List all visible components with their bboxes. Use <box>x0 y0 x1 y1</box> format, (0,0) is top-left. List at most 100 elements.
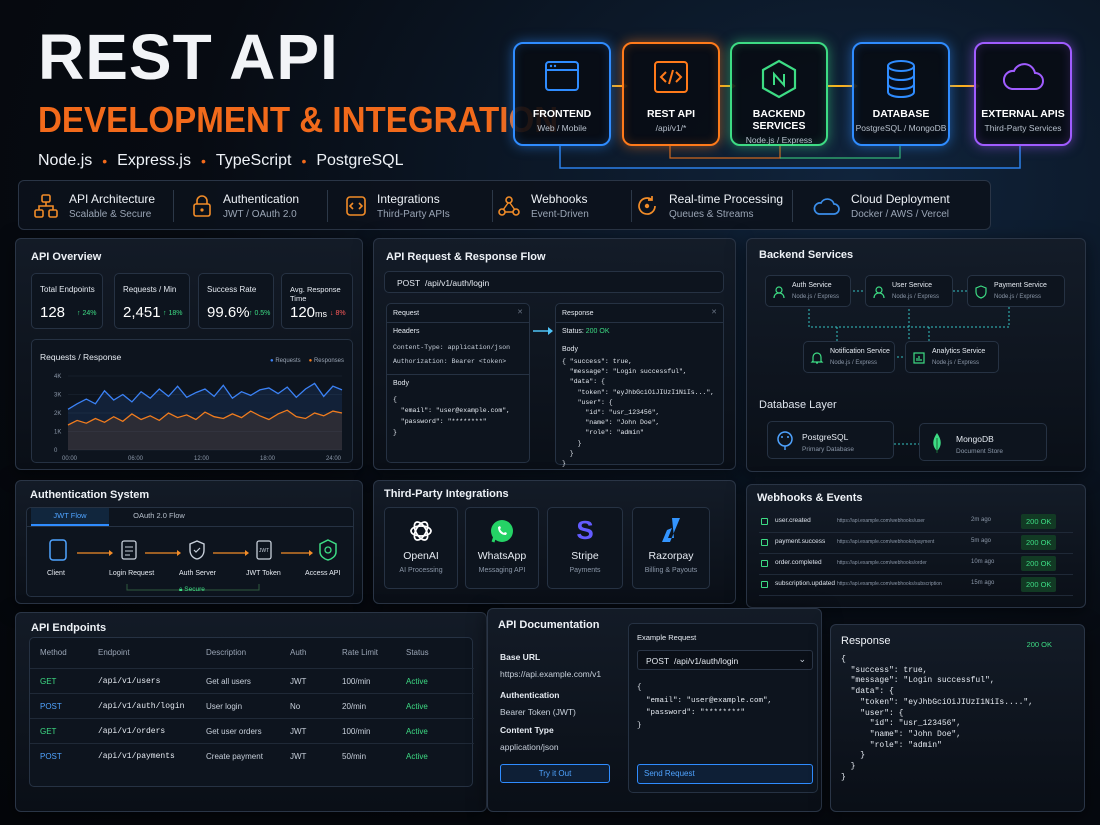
status-line: Status: 200 OK <box>562 328 610 335</box>
auth-step-label: Client <box>47 570 65 577</box>
table-row[interactable]: POST /api/v1/payments Create payment JWT… <box>30 743 474 767</box>
stripe-icon: S <box>548 516 622 544</box>
db-sub: Primary Database <box>802 446 855 453</box>
separator-dot: • <box>301 153 307 169</box>
refresh-icon <box>635 194 659 218</box>
feature-authentication: Authentication JWT / OAuth 2.0 <box>191 181 299 231</box>
endpoint-auth: No <box>290 702 301 711</box>
http-method: POST <box>40 702 62 711</box>
divider <box>173 190 174 222</box>
section-label: Body <box>562 346 578 353</box>
webhook-row[interactable]: subscription.updated https://api.example… <box>759 577 1073 596</box>
try-it-out-button[interactable]: Try it Out <box>500 764 610 783</box>
webhook-url: https://api.example.com/webhooks/order <box>837 560 927 566</box>
response-panel: Response 200 OK { "success": true, "mess… <box>830 624 1085 812</box>
http-method: GET <box>40 677 57 686</box>
db-layer-title: Database Layer <box>759 399 837 411</box>
stat-card: Avg. Response Time 120ms ↓ 8% <box>281 273 353 329</box>
chart-icon <box>912 351 926 365</box>
integration-stripe[interactable]: S Stripe Payments <box>547 507 623 589</box>
db-name: MongoDB <box>956 434 994 444</box>
stat-delta: ↓ 8% <box>330 310 346 317</box>
stat-value: 99.6% <box>207 304 250 321</box>
stat-value: 2,451 <box>123 304 161 321</box>
request-url-bar[interactable]: POST /api/v1/auth/login <box>384 271 724 293</box>
integration-openai[interactable]: OpenAI AI Processing <box>384 507 458 589</box>
flow-node-rest-api: REST API /api/v1/* <box>622 42 720 146</box>
table-row[interactable]: GET /api/v1/orders Get user orders JWT 1… <box>30 718 474 742</box>
example-endpoint-select[interactable]: POST /api/v1/auth/login ⌄ <box>637 650 813 670</box>
webhook-row[interactable]: payment.success https://api.example.com/… <box>759 535 1073 554</box>
legend-label: Requests <box>275 358 301 364</box>
service-name: Auth Service <box>792 282 832 289</box>
webhook-time: 2m ago <box>971 517 992 523</box>
endpoint-auth: JWT <box>290 752 307 761</box>
service-analytics[interactable]: Analytics Service Node.js / Express <box>905 341 999 373</box>
db-sub: Document Store <box>956 448 1003 455</box>
webhook-row[interactable]: order.completed https://api.example.com/… <box>759 556 1073 575</box>
integration-razorpay[interactable]: Razorpay Billing & Payouts <box>632 507 710 589</box>
status-badge: 200 OK <box>1021 556 1057 571</box>
close-icon[interactable]: ✕ <box>517 308 523 316</box>
request-path: /api/v1/auth/login <box>425 278 490 288</box>
endpoint-auth: JWT <box>290 727 307 736</box>
table-row[interactable]: GET /api/v1/users Get all users JWT 100/… <box>30 668 474 692</box>
razorpay-icon <box>633 516 709 544</box>
stat-card: Requests / Min 2,451 ↑ 18% <box>114 273 190 329</box>
service-user[interactable]: User Service Node.js / Express <box>865 275 953 307</box>
status-label: Status: <box>562 328 584 335</box>
tab-oauth-flow[interactable]: OAuth 2.0 Flow <box>119 508 199 526</box>
mongodb-leaf-icon <box>930 432 944 454</box>
auth-flow-card: JWT Flow OAuth 2.0 Flow JWT Client Login… <box>26 507 354 597</box>
webhook-row[interactable]: user.created https://api.example.com/web… <box>759 514 1073 533</box>
stat-label: Avg. Response Time <box>290 285 341 303</box>
tech-item: TypeScript <box>215 152 292 169</box>
panel-title: API Endpoints <box>31 622 107 634</box>
legend-swatch: ● <box>270 358 274 364</box>
flow-node-sub: Web / Mobile <box>537 123 587 133</box>
lock-icon: 🔒︎ <box>179 586 183 593</box>
feature-cloud: Cloud Deployment Docker / AWS / Vercel <box>811 181 950 231</box>
webhook-time: 10m ago <box>971 559 995 565</box>
service-name: Notification Service <box>830 348 890 355</box>
architecture-icon <box>33 193 59 219</box>
service-auth[interactable]: Auth Service Node.js / Express <box>765 275 851 307</box>
status-value: 200 OK <box>585 328 610 335</box>
legend-item: ● Requests <box>270 358 301 364</box>
db-postgresql[interactable]: PostgreSQL Primary Database <box>767 421 894 459</box>
browser-window-icon <box>515 59 609 101</box>
endpoint-auth: JWT <box>290 677 307 686</box>
webhook-event: order.completed <box>775 559 822 566</box>
panel-title: API Documentation <box>498 619 600 631</box>
integration-whatsapp[interactable]: WhatsApp Messaging API <box>465 507 539 589</box>
legend-item: ● Responses <box>309 358 344 364</box>
db-mongodb[interactable]: MongoDB Document Store <box>919 423 1047 461</box>
check-icon <box>761 539 768 546</box>
integration-sub: Billing & Payouts <box>644 567 698 574</box>
service-sub: Node.js / Express <box>932 360 980 366</box>
integration-name: WhatsApp <box>477 550 527 562</box>
chart-legend: ● Requests ● Responses <box>270 358 344 364</box>
code-icon <box>624 59 718 101</box>
service-payment[interactable]: Payment Service Node.js / Express <box>967 275 1065 307</box>
example-request-card: Example Request POST /api/v1/auth/login … <box>628 623 818 793</box>
chart-card: Requests / Response ● Requests ● Respons… <box>31 339 353 463</box>
webhooks-panel: Webhooks & Events user.created https://a… <box>746 484 1086 608</box>
panel-title: API Overview <box>31 251 102 263</box>
send-request-button[interactable]: Send Request <box>637 764 813 784</box>
column-header: Description <box>206 648 247 657</box>
tech-stack: Node.js • Express.js • TypeScript • Post… <box>38 152 404 170</box>
tab-jwt-flow[interactable]: JWT Flow <box>31 508 109 526</box>
shield-icon <box>187 539 207 561</box>
card-title: Example Request <box>637 633 697 642</box>
response-body-code: { "success": true, "message": "Login suc… <box>562 358 715 468</box>
feature-title: Integrations <box>377 192 440 206</box>
table-row[interactable]: POST /api/v1/auth/login User login No 20… <box>30 693 474 717</box>
column-header: Rate Limit <box>342 648 379 657</box>
service-notification[interactable]: Notification Service Node.js / Express <box>803 341 895 373</box>
close-icon[interactable]: ✕ <box>711 308 717 316</box>
column-header: Endpoint <box>98 648 130 657</box>
feature-sub: Event-Driven <box>531 209 589 220</box>
stat-delta: ↑ 18% <box>163 310 183 317</box>
stat-value: 128 <box>40 304 66 321</box>
